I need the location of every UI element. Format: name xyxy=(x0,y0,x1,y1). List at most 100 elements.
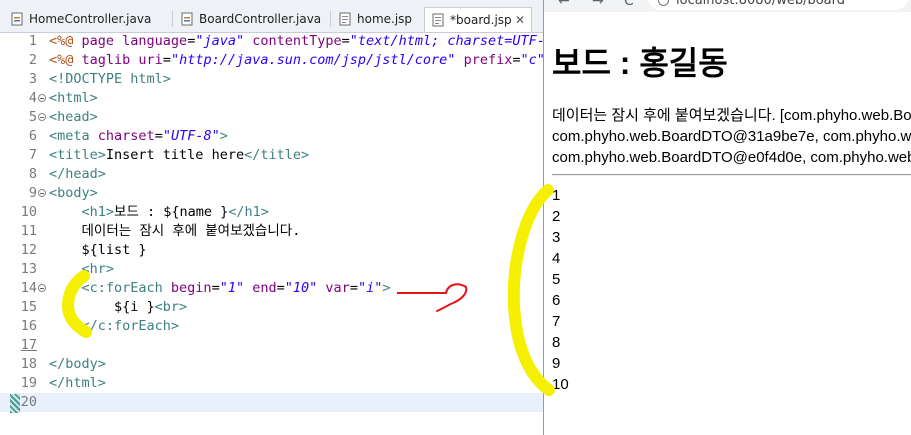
line-number: 16 xyxy=(20,318,37,334)
browser-toolbar: ← → C localhost:8080/web/board xyxy=(544,0,911,12)
fold-toggle-icon[interactable] xyxy=(38,113,46,121)
code-token: end xyxy=(252,280,277,296)
code-token: </title> xyxy=(244,147,310,163)
code-line[interactable]: 2 <%@ taglib uri="http://java.sun.com/jsp… xyxy=(0,51,548,70)
code-token: = xyxy=(512,52,521,68)
close-icon[interactable]: ✕ xyxy=(515,8,525,32)
code-token: "10" xyxy=(284,280,318,296)
tab-boardcontroller-java[interactable]: BoardController.java xyxy=(174,7,328,32)
code-token: = xyxy=(276,280,285,296)
code-token: 데이터는 잠시 후에 붙여보겠습니다. xyxy=(49,223,301,239)
code-line[interactable]: 6 <meta charset="UTF-8"> xyxy=(0,127,548,146)
line-number: 7 xyxy=(28,147,37,163)
code-line[interactable]: 10 <h1>보드 : ${name }</h1> xyxy=(0,203,548,222)
code-line[interactable]: 12 ${list } xyxy=(0,241,548,260)
code-line[interactable]: 16 </c:forEach> xyxy=(0,317,548,336)
code-token: prefix xyxy=(463,52,513,68)
code-token: <h1> xyxy=(81,204,115,220)
line-number: 11 xyxy=(20,223,37,239)
code-line[interactable]: 17 xyxy=(0,336,548,355)
code-token: = xyxy=(162,52,171,68)
line-number: 19 xyxy=(20,375,37,391)
tab-separator xyxy=(172,11,173,27)
code-line[interactable]: 1 <%@ page language="java" contentType="t… xyxy=(0,32,548,51)
tab-label: HomeController.java xyxy=(29,12,152,26)
code-line[interactable]: 13 <hr> xyxy=(0,260,548,279)
code-line[interactable]: 20 xyxy=(0,393,548,412)
code-text: <!DOCTYPE html> xyxy=(49,70,171,89)
code-line[interactable]: 3 <!DOCTYPE html> xyxy=(0,70,548,89)
code-token: var xyxy=(325,280,350,296)
code-token: "text/html; charset=UTF-8" xyxy=(349,33,548,49)
address-bar[interactable]: localhost:8080/web/board xyxy=(648,0,908,10)
tab-label: BoardController.java xyxy=(199,12,322,26)
code-text: <meta charset="UTF-8"> xyxy=(49,127,228,146)
code-token: = xyxy=(341,33,350,49)
code-text: <head> xyxy=(49,108,98,127)
tab-homecontroller-java[interactable]: HomeController.java xyxy=(4,7,170,32)
code-line[interactable]: 8 </head> xyxy=(0,165,548,184)
code-line[interactable]: 14 <c:forEach begin="1" end="10" var="i"… xyxy=(0,279,548,298)
line-number: 8 xyxy=(28,166,37,182)
fold-toggle-icon[interactable] xyxy=(38,284,46,292)
code-token: charset xyxy=(97,128,155,144)
code-token: "c" xyxy=(520,52,545,68)
code-text: ${list } xyxy=(49,241,147,260)
code-line[interactable]: 18 </body> xyxy=(0,355,548,374)
tab-board-jsp[interactable]: *board.jsp ✕ xyxy=(424,7,532,32)
code-text: <title>Insert title here</title> xyxy=(49,146,309,165)
code-token: ${i } xyxy=(49,299,155,315)
code-token: <!DOCTYPE html> xyxy=(49,71,171,87)
code-line[interactable]: 7 <title>Insert title here</title> xyxy=(0,146,548,165)
tab-label: home.jsp xyxy=(357,12,413,26)
line-number: 6 xyxy=(28,128,37,144)
list-item: 6 xyxy=(552,292,561,309)
code-token: </c:forEach> xyxy=(81,318,180,334)
code-token: contentType xyxy=(252,33,342,49)
code-editor[interactable]: HomeController.java BoardController.java… xyxy=(0,0,548,435)
list-item: 5 xyxy=(552,271,561,288)
line-number: 12 xyxy=(20,242,37,258)
reload-icon[interactable]: C xyxy=(624,0,634,9)
list-item: 4 xyxy=(552,250,561,267)
browser-window: ← → C localhost:8080/web/board 보드 : 홍길동 … xyxy=(543,0,911,435)
line-number: 17 xyxy=(20,337,37,353)
code-line[interactable]: 15 ${i }<br> xyxy=(0,298,548,317)
code-line[interactable]: 19 </html> xyxy=(0,374,548,393)
forward-arrow-icon[interactable]: → xyxy=(592,0,604,9)
code-token: > xyxy=(219,128,228,144)
code-token: <c:forEach xyxy=(81,280,171,296)
data-text: 데이터는 잠시 후에 붙여보겠습니다. [com.phyho.web.Board… xyxy=(552,105,911,168)
code-token: <html> xyxy=(49,90,98,106)
code-token: = xyxy=(349,280,358,296)
code-text: <%@ taglib uri="http://java.sun.com/jsp/… xyxy=(49,51,545,70)
line-number: 14 xyxy=(20,280,37,296)
jsp-file-icon xyxy=(432,13,444,27)
code-token: </head> xyxy=(49,166,106,182)
fold-toggle-icon[interactable] xyxy=(38,94,46,102)
back-arrow-icon[interactable]: ← xyxy=(558,0,570,9)
code-line[interactable]: 5 <head> xyxy=(0,108,548,127)
code-text: <html> xyxy=(49,89,98,108)
list-item: 7 xyxy=(552,313,561,330)
code-token: <body> xyxy=(49,185,98,201)
tab-home-jsp[interactable]: home.jsp xyxy=(332,7,422,32)
code-token: <%@ xyxy=(49,33,82,49)
info-icon[interactable] xyxy=(658,0,669,6)
fold-toggle-icon[interactable] xyxy=(38,189,46,197)
code-token: = xyxy=(211,280,220,296)
code-token: <title> xyxy=(49,147,106,163)
code-token: <%@ xyxy=(49,52,82,68)
tab-separator xyxy=(330,11,331,27)
code-line[interactable]: 9 <body> xyxy=(0,184,548,203)
code-token: <head> xyxy=(49,109,98,125)
code-line[interactable]: 11 데이터는 잠시 후에 붙여보겠습니다. xyxy=(0,222,548,241)
list-item: 9 xyxy=(552,355,561,372)
code-text: </c:forEach> xyxy=(49,317,180,336)
code-line[interactable]: 4 <html> xyxy=(0,89,548,108)
code-text: <h1>보드 : ${name }</h1> xyxy=(49,203,269,222)
data-text-line: com.phyho.web.BoardDTO@31a9be7e, com.phy… xyxy=(552,128,911,145)
code-token: = xyxy=(154,128,163,144)
